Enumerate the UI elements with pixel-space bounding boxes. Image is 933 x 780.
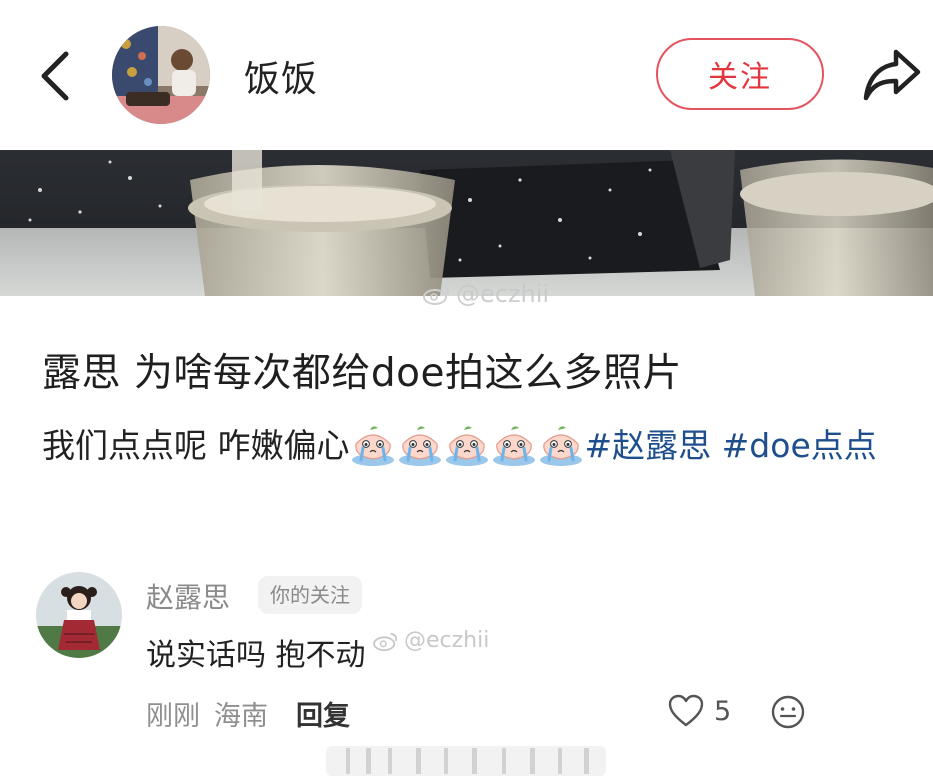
crying-peach-emoji-icon (445, 426, 488, 466)
hashtag-doe[interactable]: #doe点点 (722, 426, 877, 465)
image-watermark: @eczhii (422, 280, 549, 308)
author-avatar[interactable] (112, 26, 210, 124)
following-badge: 你的关注 (258, 576, 362, 614)
smile-icon[interactable] (770, 694, 806, 730)
post-title: 露思 为啥每次都给doe拍这么多照片 (42, 351, 683, 396)
emoji-row (350, 426, 585, 466)
crying-peach-emoji-icon (398, 426, 441, 466)
post-body: 我们点点呢 咋嫩偏心 #赵露思 #doe点点 (42, 420, 912, 472)
author-name[interactable]: 饭饭 (244, 50, 318, 102)
comment-watermark: @eczhii (372, 628, 489, 653)
crying-peach-emoji-icon (492, 426, 535, 466)
watermark-text: @eczhii (404, 628, 490, 653)
comment-text: 说实话吗 抱不动 (146, 638, 366, 673)
weibo-logo-icon (423, 285, 450, 305)
post-image[interactable] (0, 150, 933, 296)
hashtag-zhaolusi[interactable]: #赵露思 (585, 426, 712, 465)
share-icon[interactable] (860, 44, 924, 104)
chevron-left-icon[interactable] (30, 46, 80, 106)
commenter-name[interactable]: 赵露思 (146, 576, 230, 616)
like-button[interactable]: 5 (668, 694, 731, 728)
follow-button[interactable]: 关注 (656, 38, 824, 110)
bottom-fade-bar (326, 746, 606, 776)
heart-icon (668, 694, 704, 727)
crying-peach-emoji-icon (351, 426, 394, 466)
crying-peach-emoji-icon (539, 426, 582, 466)
comment-time: 刚刚 (146, 701, 200, 732)
like-count: 5 (714, 695, 732, 727)
watermark-text: @eczhii (456, 280, 550, 308)
post-body-text: 我们点点呢 咋嫩偏心 (42, 426, 350, 465)
commenter-avatar[interactable] (36, 572, 122, 658)
weibo-logo-icon (373, 632, 398, 651)
top-bar: 饭饭 关注 (0, 0, 933, 148)
reply-button[interactable]: 回复 (296, 694, 350, 733)
comment-location: 海南 (214, 701, 268, 732)
